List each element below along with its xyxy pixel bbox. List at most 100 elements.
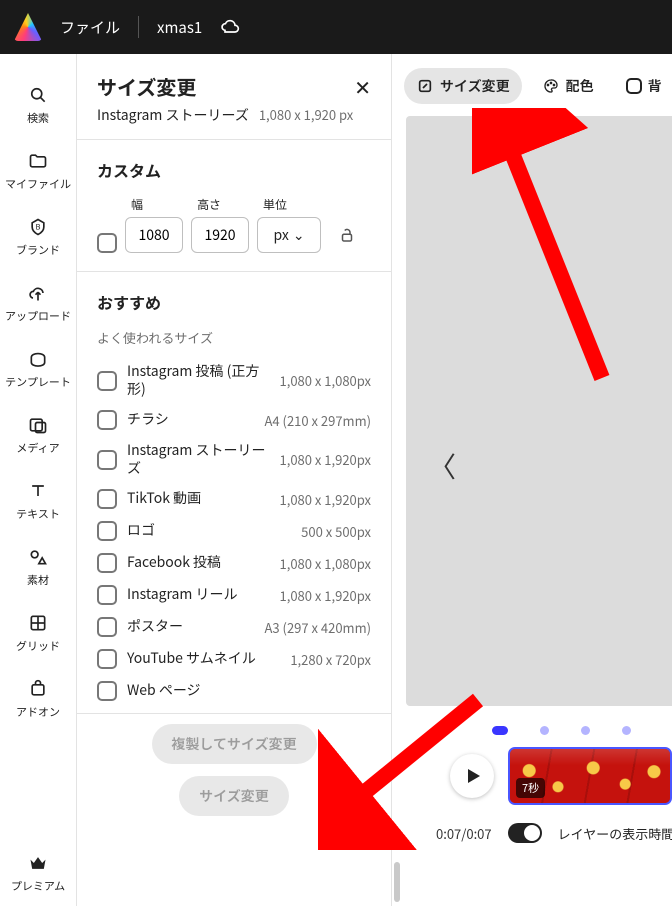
media-icon [27, 414, 49, 436]
preset-dim: 1,080 x 1,080px [280, 371, 372, 390]
preset-checkbox[interactable] [97, 450, 117, 470]
preset-checkbox[interactable] [97, 681, 117, 701]
rail-brand-label: ブランド [16, 242, 60, 258]
crown-icon [27, 852, 49, 874]
tool-resize-label: サイズ変更 [440, 76, 510, 96]
tool-recolor[interactable]: 配色 [530, 68, 606, 104]
rail-myfiles[interactable]: マイファイル [0, 138, 76, 204]
preset-dim: A4 (210 x 297mm) [265, 411, 371, 430]
preset-item[interactable]: YouTube サムネイル1,280 x 720px [97, 643, 371, 675]
panel-title: サイズ変更 [97, 72, 196, 101]
rail-premium[interactable]: プレミアム [0, 840, 76, 906]
upload-icon [27, 282, 49, 304]
preset-label: Web ページ [127, 682, 361, 700]
resize-icon [416, 77, 434, 95]
preset-item[interactable]: Web ページ [97, 675, 371, 707]
preset-checkbox[interactable] [97, 489, 117, 509]
file-menu[interactable]: ファイル [60, 17, 120, 38]
preset-label: Instagram リール [127, 586, 270, 604]
rail-grid[interactable]: グリッド [0, 600, 76, 666]
addon-icon [27, 678, 49, 700]
rail-search[interactable]: 検索 [0, 72, 76, 138]
timeline-clip[interactable]: 7秒 [508, 747, 672, 805]
height-label: 高さ [191, 196, 249, 213]
preset-item[interactable]: Instagram ストーリーズ 1,080 x 1,920px [97, 436, 371, 483]
preset-checkbox[interactable] [97, 521, 117, 541]
preset-checkbox[interactable] [97, 585, 117, 605]
preset-dim: 1,280 x 720px [290, 650, 371, 669]
preset-label: チラシ [127, 411, 255, 429]
brand-icon: B [27, 216, 49, 238]
height-input[interactable] [191, 217, 249, 253]
rail-assets[interactable]: 素材 [0, 534, 76, 600]
preset-dim: 1,080 x 1,080px [280, 554, 372, 573]
preset-checkbox[interactable] [97, 617, 117, 637]
page-dots[interactable] [406, 716, 672, 741]
preset-checkbox[interactable] [97, 649, 117, 669]
rail-addon[interactable]: アドオン [0, 666, 76, 732]
close-icon[interactable]: ✕ [354, 72, 371, 101]
rail-media-label: メディア [16, 440, 59, 456]
preset-label: ロゴ [127, 522, 291, 540]
page-dot[interactable] [581, 726, 590, 735]
preset-item[interactable]: ポスター A3 (297 x 420mm) [97, 611, 371, 643]
tool-background[interactable]: 背 [614, 68, 672, 104]
preset-label: Facebook 投稿 [127, 554, 270, 572]
timeline-time: 0:07/0:07 [436, 824, 492, 843]
duplicate-resize-button[interactable]: 複製してサイズ変更 [152, 724, 317, 764]
preset-checkbox[interactable] [97, 410, 117, 430]
shapes-icon [27, 546, 49, 568]
play-button[interactable] [450, 754, 494, 798]
preset-dim: 500 x 500px [301, 522, 371, 541]
preset-item[interactable]: チラシ A4 (210 x 297mm) [97, 404, 371, 436]
aspect-lock-icon[interactable] [329, 217, 365, 253]
resize-panel: サイズ変更 ✕ Instagram ストーリーズ 1,080 x 1,920 p… [77, 54, 392, 906]
tool-bg-label: 背 [648, 76, 662, 96]
svg-text:B: B [36, 222, 41, 233]
palette-icon [542, 77, 560, 95]
page-dot[interactable] [540, 726, 549, 735]
layer-duration-toggle[interactable] [508, 823, 542, 843]
app-logo[interactable] [14, 13, 42, 41]
rail-template[interactable]: テンプレート [0, 336, 76, 402]
resize-button[interactable]: サイズ変更 [179, 776, 289, 816]
unit-label: 単位 [257, 196, 321, 213]
preset-item[interactable]: Instagram 投稿 (正方形)1,080 x 1,080px [97, 357, 371, 404]
preset-dim: A3 (297 x 420mm) [265, 618, 371, 637]
text-icon [27, 480, 49, 502]
preset-item[interactable]: Instagram リール 1,080 x 1,920px [97, 579, 371, 611]
tool-resize[interactable]: サイズ変更 [404, 68, 522, 104]
canvas-background[interactable] [406, 116, 672, 706]
preset-checkbox[interactable] [97, 371, 117, 391]
rail-grid-label: グリッド [16, 638, 60, 654]
preset-item[interactable]: Facebook 投稿 1,080 x 1,080px [97, 547, 371, 579]
current-size-name: Instagram ストーリーズ [97, 105, 249, 125]
rail-media[interactable]: メディア [0, 402, 76, 468]
preset-checkbox[interactable] [97, 553, 117, 573]
page-dot[interactable] [492, 726, 508, 735]
cloud-sync-icon[interactable] [220, 17, 240, 37]
custom-checkbox[interactable] [97, 233, 117, 253]
rail-upload-label: アップロード [5, 308, 71, 324]
divider [138, 16, 139, 38]
unit-select[interactable]: px ⌄ [257, 217, 321, 253]
scrollbar[interactable] [394, 862, 400, 902]
rail-upload[interactable]: アップロード [0, 270, 76, 336]
rail-myfiles-label: マイファイル [5, 176, 71, 192]
preset-item[interactable]: ロゴ 500 x 500px [97, 515, 371, 547]
preset-dim: 1,080 x 1,920px [280, 450, 372, 469]
grid-icon [27, 612, 49, 634]
prev-page-button[interactable]: 〈 [428, 446, 456, 486]
width-input[interactable] [125, 217, 183, 253]
rail-text[interactable]: テキスト [0, 468, 76, 534]
width-label: 幅 [125, 196, 183, 213]
preset-label: ポスター [127, 618, 255, 636]
preset-item[interactable]: TikTok 動画1,080 x 1,920px [97, 483, 371, 515]
preset-label: Instagram ストーリーズ [127, 442, 270, 477]
preset-dim: 1,080 x 1,920px [280, 586, 372, 605]
document-name[interactable]: xmas1 [157, 17, 202, 38]
rail-brand[interactable]: B ブランド [0, 204, 76, 270]
page-dot[interactable] [622, 726, 631, 735]
preset-label: TikTok 動画 [127, 490, 270, 508]
recommended-sub: よく使われるサイズ [97, 328, 371, 347]
